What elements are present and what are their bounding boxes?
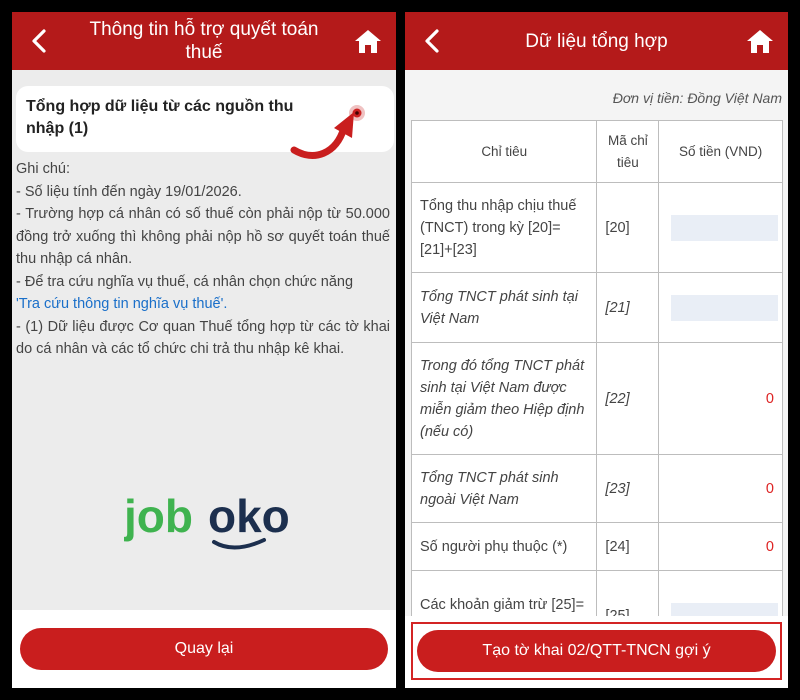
currency-unit: Đơn vị tiền: Đồng Việt Nam [612, 90, 782, 106]
note-line: - Số liệu tính đến ngày 19/01/2026. [16, 183, 242, 200]
page-title: Thông tin hỗ trợ quyết toán thuế [89, 19, 319, 63]
row-code: [23] [596, 454, 660, 523]
summary-table: Chỉ tiêu Mã chỉ tiêu Số tiền (VND) Tổng … [410, 120, 783, 661]
row-code: [21] [596, 272, 660, 343]
summary-label: Tổng hợp dữ liệu từ các nguồn thu nhập (… [26, 98, 294, 137]
home-icon[interactable] [354, 28, 382, 54]
pointer-arrow-icon [290, 112, 354, 159]
svg-text:oko: oko [208, 490, 290, 542]
home-icon[interactable] [746, 28, 774, 54]
row-label: Tổng thu nhập chịu thuế (TNCT) trong kỳ … [410, 182, 598, 273]
row-label: Tổng TNCT phát sinh ngoài Việt Nam [410, 454, 598, 523]
table-row: Tổng TNCT phát sinh ngoài Việt Nam [23] … [410, 454, 783, 523]
notes-heading: Ghi chú: [16, 161, 70, 177]
table-row: Tổng thu nhập chịu thuế (TNCT) trong kỳ … [410, 182, 783, 273]
row-code: [20] [596, 182, 660, 273]
back-arrow-icon[interactable] [419, 26, 445, 56]
row-label: Trong đó tổng TNCT phát sinh tại Việt Na… [410, 342, 598, 455]
left-app-bar: Thông tin hỗ trợ quyết toán thuế [12, 12, 396, 70]
row-label: Tổng TNCT phát sinh tại Việt Nam [410, 272, 598, 343]
joboko-logo: job oko [124, 490, 290, 550]
column-header: Chỉ tiêu [410, 120, 598, 183]
table-row: Trong đó tổng TNCT phát sinh tại Việt Na… [410, 342, 783, 455]
table-row: Số người phụ thuộc (*) [24] 0 [410, 522, 783, 571]
amount-value: 0 [658, 454, 783, 523]
amount-value [671, 214, 778, 241]
table-row: Tổng TNCT phát sinh tại Việt Nam [21] [410, 272, 783, 343]
right-screen: Dữ liệu tổng hợp Đơn vị tiền: Đồng Việt … [405, 12, 788, 688]
right-bottom-bar: Tạo tờ khai 02/QTT-TNCN gợi ý [405, 616, 788, 688]
row-label: Số người phụ thuộc (*) [410, 522, 598, 571]
amount-value: 0 [658, 342, 783, 455]
tax-lookup-link[interactable]: 'Tra cứu thông tin nghĩa vụ thuế'. [16, 293, 390, 316]
amount-value [671, 294, 778, 321]
column-header: Mã chỉ tiêu [596, 120, 660, 183]
back-arrow-icon[interactable] [26, 26, 52, 56]
create-declaration-button[interactable]: Tạo tờ khai 02/QTT-TNCN gợi ý [417, 630, 776, 672]
note-line: - (1) Dữ liệu được Cơ quan Thuế tổng hợp… [16, 318, 390, 358]
page-title: Dữ liệu tổng hợp [525, 30, 668, 52]
row-code: [24] [596, 522, 660, 571]
note-line: - Để tra cứu nghĩa vụ thuế, cá nhân chọn… [16, 273, 354, 290]
amount-value: 0 [658, 522, 783, 571]
right-app-bar: Dữ liệu tổng hợp [405, 12, 788, 70]
back-button[interactable]: Quay lại [20, 628, 388, 670]
left-bottom-bar: Quay lại [12, 610, 396, 688]
note-line: - Trường hợp cá nhân có số thuế còn phải… [16, 206, 390, 267]
column-header: Số tiền (VND) [658, 120, 783, 183]
row-code: [22] [596, 342, 660, 455]
amount-cell [658, 272, 783, 343]
left-screen: Thông tin hỗ trợ quyết toán thuế Tổng hợ… [12, 12, 396, 688]
table-header-row: Chỉ tiêu Mã chỉ tiêu Số tiền (VND) [410, 120, 783, 183]
notes-section: Ghi chú: - Số liệu tính đến ngày 19/01/2… [16, 158, 390, 361]
amount-cell [658, 182, 783, 273]
svg-text:job: job [124, 490, 193, 542]
highlight-frame: Tạo tờ khai 02/QTT-TNCN gợi ý [411, 622, 782, 680]
